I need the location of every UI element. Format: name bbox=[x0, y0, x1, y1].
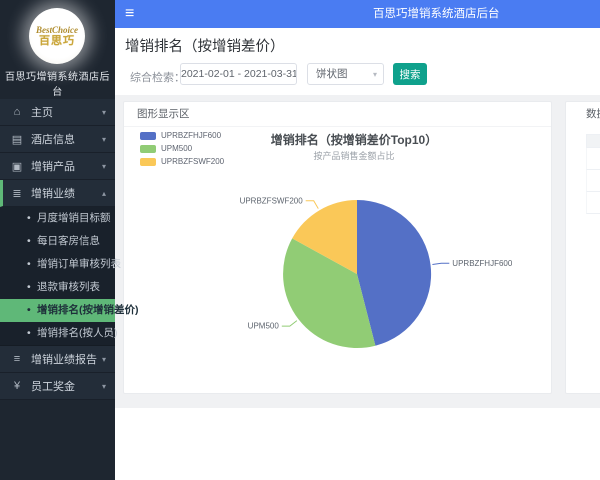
submenu-item-order-review-list[interactable]: 增销订单审核列表 bbox=[0, 253, 121, 276]
sidebar-app-title: 百思巧增销系统酒店后台 bbox=[5, 72, 110, 98]
sidebar-item-performance-report[interactable]: ≡ 增销业绩报告 ▾ bbox=[0, 346, 115, 373]
sidebar-item-employee-bonus[interactable]: ¥ 员工奖金 ▾ bbox=[0, 373, 115, 400]
performance-list-icon: ≣ bbox=[12, 187, 22, 200]
chevron-down-icon: ▾ bbox=[101, 354, 106, 364]
topbar-title: 百思巧增销系统酒店后台 bbox=[373, 8, 500, 20]
chevron-down-icon: ▾ bbox=[101, 161, 106, 171]
chevron-down-icon: ▾ bbox=[101, 107, 106, 117]
submenu-item-daily-room-info[interactable]: 每日客房信息 bbox=[0, 230, 115, 253]
yen-icon: ¥ bbox=[13, 380, 21, 392]
submenu-item-ranking-by-price-diff[interactable]: 增销排名(按增销差价) bbox=[0, 299, 139, 322]
table-header-row bbox=[586, 134, 600, 148]
page-header: 增销排名（按增销差价） 综合检索： 饼状图 ▾ 搜索 bbox=[115, 28, 600, 95]
home-icon: ⌂ bbox=[13, 106, 21, 118]
legend-label: UPRBZFHJF600 bbox=[161, 131, 222, 140]
upsell-performance-submenu: 月度增销目标额 每日客房信息 增销订单审核列表 退款审核列表 增销排名(按增销差… bbox=[0, 207, 139, 346]
legend-label: UPRBZFSWF200 bbox=[161, 157, 225, 166]
sidebar-item-hotel-info[interactable]: ▤ 酒店信息 ▾ bbox=[0, 126, 115, 153]
page-title: 增销排名（按增销差价） bbox=[125, 39, 285, 55]
pie-slice-label: UPRBZFHJF600 bbox=[452, 259, 513, 268]
pie-label-line bbox=[305, 200, 319, 209]
chart-type-value: 饼状图 bbox=[316, 68, 348, 80]
sidebar: BestChoice 百思巧 百思巧增销系统酒店后台 ⌂ 主页 ▾ ▤ 酒店信息… bbox=[0, 0, 139, 480]
pie-label-line bbox=[432, 262, 450, 265]
content-area: 图形显示区 UPRBZFHJF600 UPM500 UPRBZFSWF200 增… bbox=[115, 95, 600, 408]
submenu-item-ranking-by-person[interactable]: 增销排名(按人员) bbox=[0, 322, 118, 345]
filter-label: 综合检索： bbox=[130, 72, 185, 84]
legend-swatch bbox=[140, 158, 156, 166]
sidebar-item-label: 增销业绩报告 bbox=[31, 354, 97, 366]
chevron-down-icon: ▾ bbox=[372, 70, 377, 79]
brand-logo: BestChoice 百思巧 bbox=[29, 8, 85, 64]
hamburger-menu-icon[interactable]: ≡ bbox=[125, 0, 134, 28]
chart-legend: UPRBZFHJF600 UPM500 UPRBZFSWF200 bbox=[140, 132, 224, 171]
submenu-item-monthly-target[interactable]: 月度增销目标额 bbox=[0, 207, 115, 230]
table-row bbox=[586, 170, 600, 192]
date-range-input[interactable] bbox=[180, 63, 297, 85]
sidebar-item-label: 主页 bbox=[31, 107, 53, 119]
sidebar-item-label: 酒店信息 bbox=[31, 134, 75, 146]
data-table bbox=[586, 134, 600, 214]
sidebar-item-home[interactable]: ⌂ 主页 ▾ bbox=[0, 99, 115, 126]
submenu-item-refund-review-list[interactable]: 退款审核列表 bbox=[0, 276, 115, 299]
legend-item[interactable]: UPRBZFHJF600 bbox=[140, 132, 224, 140]
search-button[interactable]: 搜索 bbox=[393, 63, 427, 85]
pie-slice-label: UPRBZFSWF200 bbox=[240, 196, 304, 205]
logo-area: BestChoice 百思巧 百思巧增销系统酒店后台 bbox=[0, 0, 115, 99]
legend-swatch bbox=[140, 145, 156, 153]
sidebar-item-label: 增销产品 bbox=[31, 161, 75, 173]
table-row bbox=[586, 148, 600, 170]
product-box-icon: ▣ bbox=[11, 160, 23, 173]
sidebar-item-upsell-performance[interactable]: ≣ 增销业绩 ▴ bbox=[0, 180, 115, 207]
chevron-up-icon: ▴ bbox=[101, 188, 106, 198]
table-row bbox=[586, 192, 600, 214]
chevron-down-icon: ▾ bbox=[101, 134, 106, 144]
pie-label-line bbox=[281, 320, 298, 327]
chevron-down-icon: ▾ bbox=[101, 381, 106, 391]
topbar: ≡ 百思巧增销系统酒店后台 bbox=[115, 0, 600, 28]
sidebar-item-upsell-products[interactable]: ▣ 增销产品 ▾ bbox=[0, 153, 115, 180]
chart-display-panel: 图形显示区 UPRBZFHJF600 UPM500 UPRBZFSWF200 增… bbox=[123, 101, 552, 394]
legend-label: UPM500 bbox=[161, 144, 193, 153]
legend-item[interactable]: UPM500 bbox=[140, 145, 224, 153]
legend-item[interactable]: UPRBZFSWF200 bbox=[140, 158, 224, 166]
sidebar-item-label: 员工奖金 bbox=[31, 381, 75, 393]
pie-slice-label: UPM500 bbox=[248, 322, 280, 331]
legend-swatch bbox=[140, 132, 156, 140]
chart-type-select[interactable]: 饼状图 ▾ bbox=[307, 63, 384, 85]
sidebar-item-label: 增销业绩 bbox=[31, 188, 75, 200]
data-panel-title: 数据显示区 bbox=[586, 108, 600, 120]
brand-name-cn: 百思巧 bbox=[39, 34, 75, 47]
brand-name: BestChoice bbox=[36, 24, 78, 35]
data-display-panel: 数据显示区 bbox=[565, 101, 600, 394]
report-lines-icon: ≡ bbox=[13, 353, 21, 365]
building-icon: ▤ bbox=[11, 133, 23, 146]
